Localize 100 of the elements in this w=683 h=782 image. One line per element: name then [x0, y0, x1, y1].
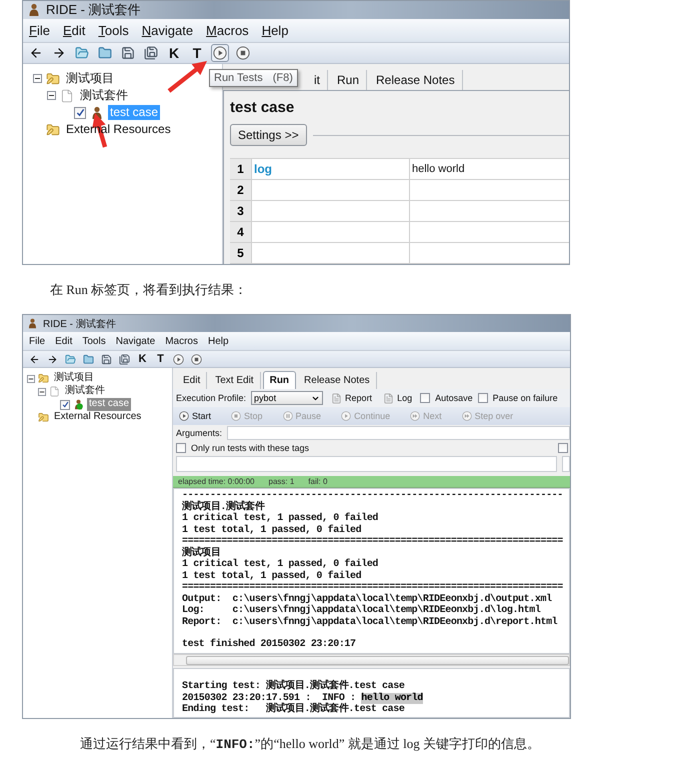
annotation-arrow	[168, 61, 207, 93]
checkbox-label: Autosave	[435, 393, 473, 403]
report-button[interactable]: Report	[328, 392, 376, 404]
collapse-icon[interactable]	[38, 388, 46, 396]
profile-label: Execution Profile:	[176, 393, 246, 403]
output-line: Log: c:\users\fnngj\appdata\local\temp\RIDEeonxbj.d\log.html	[182, 605, 542, 616]
play-icon	[213, 46, 227, 60]
stop-icon	[231, 411, 242, 421]
tree-item[interactable]: External Resources	[52, 411, 144, 424]
folder-icon	[38, 373, 49, 384]
highlighted-text: hello world	[361, 692, 423, 704]
checkbox[interactable]	[60, 400, 70, 410]
test-search-button[interactable]: T	[153, 352, 168, 366]
folder-icon	[83, 354, 94, 364]
stop-icon	[191, 354, 202, 364]
menu-item[interactable]: File	[29, 336, 46, 346]
shortcut-text: (F8)	[272, 72, 293, 84]
menu-item[interactable]: Edit	[62, 23, 86, 38]
save-icon	[101, 354, 112, 364]
folder-icon	[46, 122, 60, 136]
save-button[interactable]	[119, 44, 137, 62]
fail-count: fail: 0	[308, 477, 328, 486]
output-line: Report: c:\users\fnngj\appdata\local\temp\RIDEeonxbj.d\report.html	[182, 616, 558, 628]
run-button[interactable]	[171, 352, 186, 366]
profile-dropdown[interactable]: pybot	[251, 391, 324, 405]
menu-item[interactable]: File	[29, 23, 50, 38]
stop-icon	[236, 46, 250, 60]
output-line: 1 test total, 1 passed, 0 failed	[182, 524, 362, 536]
save-all-icon	[119, 354, 130, 364]
settings-button[interactable]: Settings >>	[230, 124, 307, 146]
menu-item[interactable]: Tools	[98, 23, 129, 38]
elapsed-time: elapsed time: 0:00:00	[178, 477, 254, 486]
collapse-icon[interactable]	[47, 91, 56, 100]
forward-icon	[47, 354, 58, 364]
log-line: 20150302 23:20:17.591 : INFO :	[182, 692, 357, 704]
argument-cell[interactable]: hello world	[410, 159, 569, 180]
menu-item[interactable]: Help	[262, 23, 288, 38]
play-button[interactable]: Start	[176, 411, 214, 421]
stop-button[interactable]	[189, 352, 204, 366]
row-number: 3	[230, 201, 252, 222]
next-icon	[462, 411, 472, 421]
forward-icon	[52, 46, 66, 60]
output-line: ====================================================================	[182, 536, 564, 547]
tags-field[interactable]	[176, 456, 557, 472]
menu-item[interactable]: Macros	[165, 336, 198, 346]
output-line: Output: c:\users\fnngj\appdata\local\temp\RIDEeonxbj.d\output.xml	[182, 594, 553, 604]
checkbox[interactable]	[558, 442, 568, 452]
tree-item[interactable]: 测试套件	[63, 385, 107, 398]
keyword-cell[interactable]: log	[252, 159, 410, 180]
save-all-button[interactable]	[142, 44, 160, 62]
arguments-label: Arguments:	[176, 428, 222, 438]
output-line: 1 test total, 1 passed, 0 failed	[182, 570, 362, 582]
checkbox-label: Only run tests with these tags	[191, 442, 310, 452]
checkbox[interactable]	[176, 442, 186, 452]
tree-item[interactable]: 测试项目	[64, 71, 116, 86]
folder-icon	[38, 412, 49, 423]
test-search-button[interactable]: T	[188, 44, 206, 62]
checkbox[interactable]	[74, 106, 86, 118]
tree-item[interactable]: 测试项目	[52, 372, 96, 385]
save-icon	[121, 46, 135, 60]
run-button[interactable]	[211, 44, 229, 62]
window-title: RIDE - 测试套件	[46, 1, 141, 19]
checkbox[interactable]	[478, 393, 488, 403]
collapse-icon[interactable]	[27, 374, 35, 382]
menu-item[interactable]: Tools	[82, 336, 106, 346]
output-line: test finished 20150302 23:20:17	[182, 639, 357, 650]
menu-item[interactable]: Navigate	[116, 336, 156, 346]
arguments-field[interactable]	[227, 426, 570, 440]
checkbox[interactable]	[420, 393, 430, 403]
file-icon	[49, 386, 60, 397]
row-number: 1	[230, 159, 252, 180]
tab[interactable]: Run	[262, 371, 296, 389]
tags-field[interactable]	[562, 456, 570, 472]
horizontal-scrollbar[interactable]	[173, 654, 570, 666]
save-all-button[interactable]	[117, 352, 132, 366]
tooltip-text: Run Tests	[214, 72, 263, 84]
output-line: 1 critical test, 1 passed, 0 failed	[182, 559, 380, 570]
stop-button[interactable]	[234, 44, 252, 62]
row-number: 2	[230, 180, 252, 201]
back-icon	[29, 354, 40, 364]
document-icon	[383, 392, 394, 404]
menu-item[interactable]: Edit	[55, 336, 72, 346]
back-icon	[29, 46, 43, 60]
menu-item[interactable]: Macros	[206, 23, 249, 38]
keyword-search-button[interactable]: K	[165, 44, 183, 62]
keyword-search-button[interactable]: K	[135, 352, 150, 366]
menu-item[interactable]: Navigate	[142, 23, 194, 38]
robot-icon	[27, 318, 38, 329]
menu-item[interactable]: Help	[208, 336, 229, 346]
collapse-icon[interactable]	[33, 74, 42, 83]
play-icon	[173, 354, 184, 364]
output-line: ====================================================================	[182, 582, 564, 594]
robot-icon	[27, 3, 41, 17]
folder-icon	[46, 72, 60, 86]
log-line: Starting test: 测试项目.测试套件.test case	[182, 681, 404, 692]
log-button[interactable]: Log	[380, 392, 416, 404]
editor-title: test case	[230, 99, 296, 116]
tree-item[interactable]: 测试套件	[78, 88, 130, 103]
play-icon	[179, 411, 189, 421]
save-all-icon	[144, 46, 158, 60]
